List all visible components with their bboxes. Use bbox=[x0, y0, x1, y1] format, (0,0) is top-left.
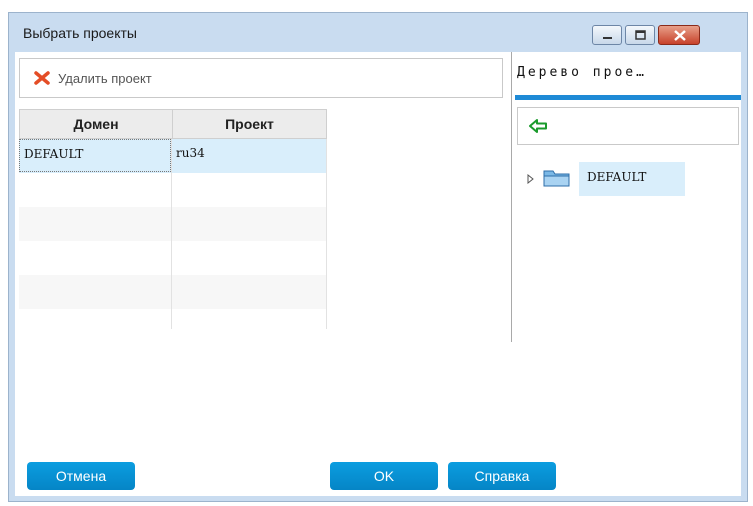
help-button[interactable]: Справка bbox=[448, 462, 556, 490]
tree-node-label[interactable]: DEFAULT bbox=[587, 162, 646, 192]
project-select-dialog: Выбрать проекты Удалить проект Домен Про… bbox=[8, 12, 748, 502]
close-window-button[interactable] bbox=[658, 25, 700, 45]
minimize-button[interactable] bbox=[592, 25, 622, 45]
red-x-icon[interactable] bbox=[34, 70, 50, 86]
folder-icon bbox=[543, 170, 570, 187]
table-row-empty bbox=[19, 173, 327, 207]
column-separator bbox=[171, 139, 172, 329]
column-header-domain[interactable]: Домен bbox=[20, 110, 173, 138]
maximize-icon bbox=[635, 30, 646, 40]
title-bar[interactable]: Выбрать проекты bbox=[9, 13, 747, 53]
cell-domain[interactable]: DEFAULT bbox=[19, 139, 171, 172]
table-row-empty bbox=[19, 207, 327, 241]
grid-toolbar: Удалить проект bbox=[19, 58, 503, 98]
dialog-title: Выбрать проекты bbox=[23, 25, 137, 41]
projects-table: Домен Проект DEFAULT ru34 bbox=[19, 109, 327, 329]
minimize-icon bbox=[603, 37, 612, 39]
tree-toolbar bbox=[517, 107, 739, 145]
green-back-arrow-icon[interactable] bbox=[528, 118, 548, 134]
table-right-border bbox=[326, 139, 327, 329]
dialog-body: Удалить проект Домен Проект DEFAULT ru34… bbox=[15, 52, 741, 496]
cancel-button[interactable]: Отмена bbox=[27, 462, 135, 490]
close-icon bbox=[674, 30, 686, 41]
table-row[interactable]: DEFAULT ru34 bbox=[19, 139, 327, 173]
column-header-project[interactable]: Проект bbox=[173, 110, 326, 138]
cell-project[interactable]: ru34 bbox=[172, 139, 327, 173]
pane-splitter[interactable] bbox=[511, 52, 512, 342]
tree-node-default[interactable]: DEFAULT bbox=[527, 162, 685, 196]
table-row-empty bbox=[19, 275, 327, 309]
table-row-empty bbox=[19, 309, 327, 329]
table-header: Домен Проект bbox=[19, 109, 327, 139]
ok-button[interactable]: OK bbox=[330, 462, 438, 490]
table-row-empty bbox=[19, 241, 327, 275]
tree-panel-title: Дерево прое… bbox=[517, 65, 647, 80]
maximize-button[interactable] bbox=[625, 25, 655, 45]
tree-title-underline bbox=[515, 95, 741, 100]
triangle-right-icon[interactable] bbox=[527, 174, 535, 184]
delete-project-button[interactable]: Удалить проект bbox=[58, 71, 152, 86]
